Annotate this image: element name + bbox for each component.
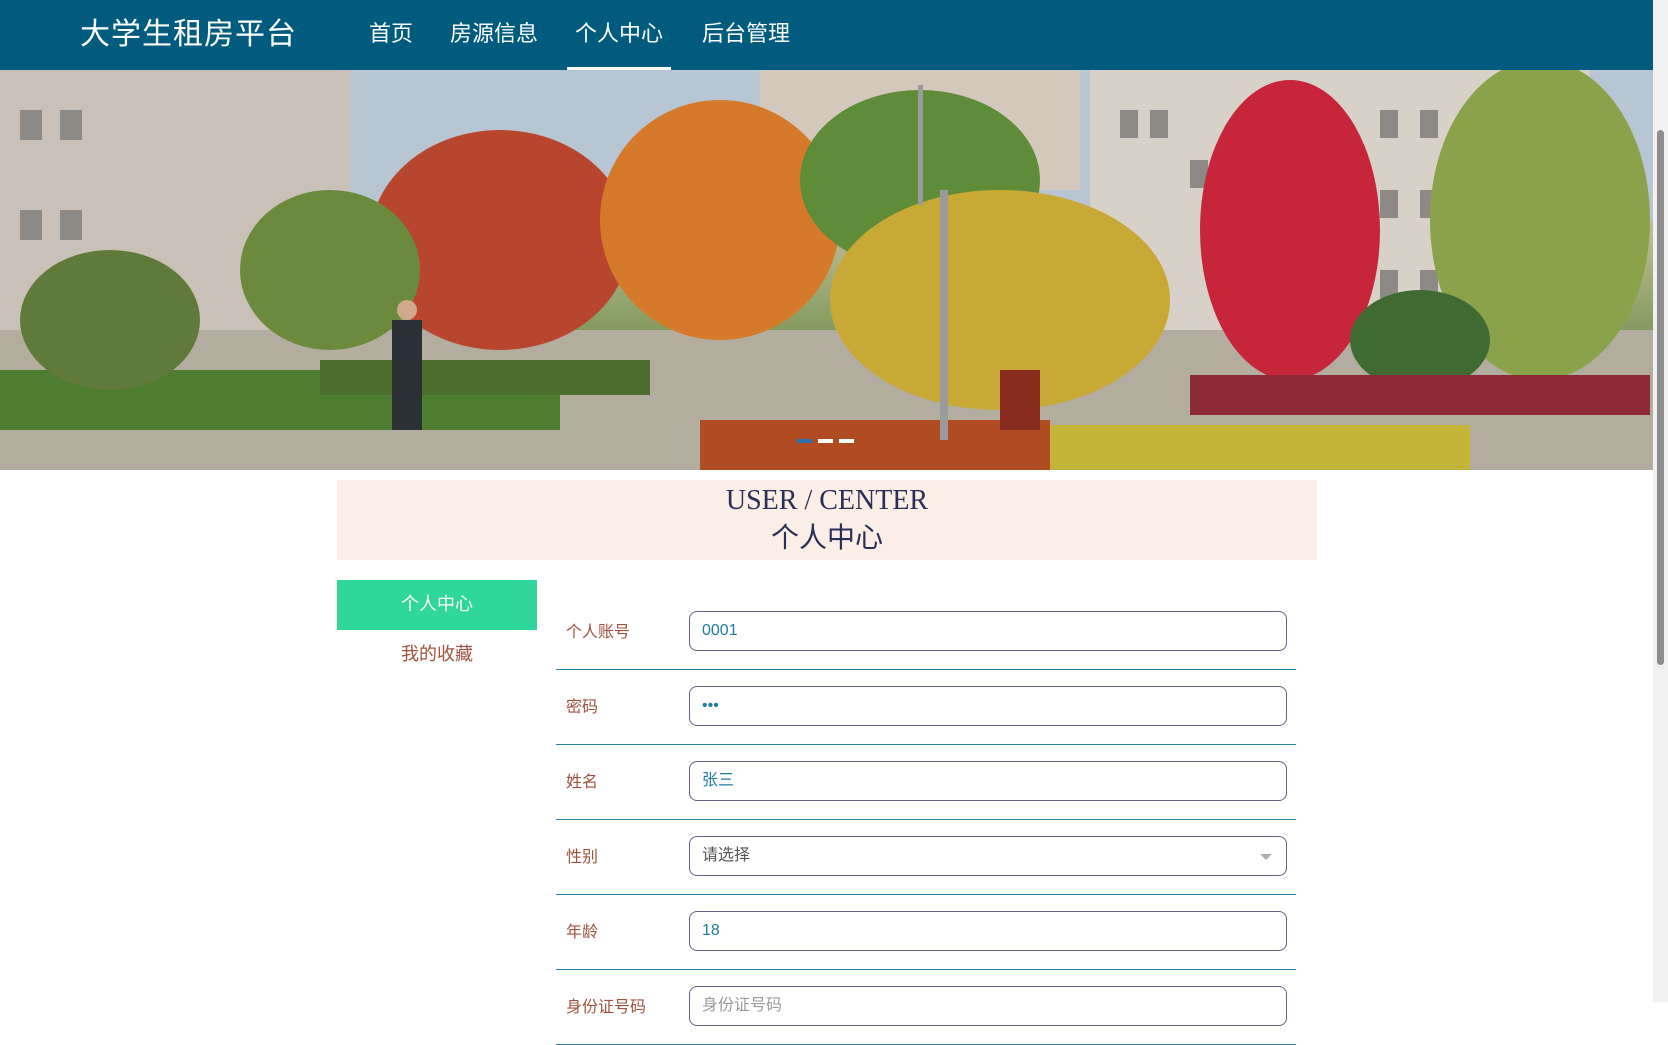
- section-title-en: USER / CENTER: [725, 485, 929, 516]
- nav-item-listings[interactable]: 房源信息: [440, 0, 548, 70]
- carousel-dot-2[interactable]: [818, 439, 833, 443]
- account-label: 个人账号: [566, 622, 631, 641]
- form-row-name: 姓名 张三: [556, 744, 1296, 820]
- id-number-input[interactable]: 身份证号码: [689, 986, 1287, 1026]
- site-brand[interactable]: 大学生租房平台: [80, 0, 297, 70]
- nav-item-admin[interactable]: 后台管理: [695, 0, 797, 70]
- name-label: 姓名: [566, 772, 599, 791]
- form-row-account: 个人账号 0001: [556, 594, 1296, 670]
- gender-select-value: 请选择: [702, 847, 751, 864]
- nav-item-user-center[interactable]: 个人中心: [567, 0, 671, 70]
- account-input[interactable]: 0001: [689, 611, 1287, 651]
- form-row-password: 密码 •••: [556, 669, 1296, 745]
- form-row-id-number: 身份证号码 身份证号码: [556, 969, 1296, 1045]
- id-number-label: 身份证号码: [566, 997, 647, 1016]
- scrollbar-thumb[interactable]: [1657, 130, 1664, 665]
- side-menu-favorites[interactable]: 我的收藏: [337, 630, 537, 680]
- form-row-age: 年龄 18: [556, 894, 1296, 970]
- carousel-dot-3[interactable]: [839, 439, 854, 443]
- carousel-dot-1[interactable]: [797, 439, 812, 443]
- gender-label: 性别: [566, 847, 599, 866]
- password-label: 密码: [566, 697, 599, 716]
- age-label: 年龄: [566, 922, 599, 941]
- side-menu-user-center[interactable]: 个人中心: [337, 580, 537, 630]
- section-header: USER / CENTER 个人中心: [337, 480, 1317, 560]
- name-input[interactable]: 张三: [689, 761, 1287, 801]
- form-row-gender: 性别 请选择: [556, 819, 1296, 895]
- age-input[interactable]: 18: [689, 911, 1287, 951]
- nav-item-home[interactable]: 首页: [360, 0, 422, 70]
- banner-carousel[interactable]: [0, 70, 1653, 470]
- chevron-down-icon: [1260, 854, 1272, 860]
- gender-select[interactable]: 请选择: [689, 836, 1287, 876]
- password-input[interactable]: •••: [689, 686, 1287, 726]
- page-scrollbar[interactable]: [1653, 0, 1668, 1002]
- section-title-zh: 个人中心: [770, 521, 883, 554]
- campus-photo: [0, 70, 1653, 470]
- top-navbar: 大学生租房平台 首页 房源信息 个人中心 后台管理: [0, 0, 1653, 70]
